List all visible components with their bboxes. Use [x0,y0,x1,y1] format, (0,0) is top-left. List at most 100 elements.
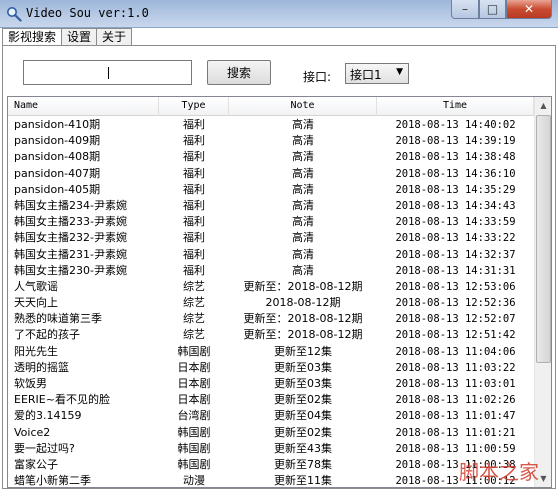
row-time-cell: 2018-08-13 14:32:37 [395,248,516,261]
row-type-cell: 动漫 [183,474,205,488]
minimize-button[interactable]: – [451,0,479,19]
table-row[interactable]: pansidon-409期 福利 高清 2018-08-13 14:39:19 [8,133,534,149]
scroll-down-icon[interactable]: ▼ [535,470,551,487]
table-row[interactable]: 熟悉的味道第三季 综艺 更新至：2018-08-12期 2018-08-13 12:5… [8,311,534,327]
row-note-cell: 高清 [292,166,314,180]
row-note-cell: 更新至：2018-08-12期 [243,328,363,342]
row-time-cell: 2018-08-13 14:33:59 [395,216,516,229]
row-name-cell: 韩国女主播230-尹素婉 [14,263,127,277]
row-note-cell: 高清 [292,231,314,245]
row-time-cell: 2018-08-13 14:31:31 [395,264,516,277]
row-note-cell: 高清 [292,134,314,148]
row-note-cell: 2018-08-12期 [265,296,341,310]
row-type-cell: 福利 [183,198,205,212]
table-row[interactable]: 韩国女主播230-尹素婉 福利 高清 2018-08-13 14:31:31 [8,263,534,279]
table-row[interactable]: Voice2 韩国剧 更新至02集 2018-08-13 11:01:21 [8,425,534,441]
column-header-type[interactable]: Type [159,97,229,116]
row-name-cell: 了不起的孩子 [14,328,80,342]
search-button[interactable]: 搜索 [207,60,271,85]
row-time-cell: 2018-08-13 12:53:06 [395,280,516,293]
client-area: 影视搜索 设置 关于 搜索 接口: 接口1 ▼ Name Type Note T… [0,28,558,490]
results-list[interactable]: Name Type Note Time pansidon-410期 福利 高清 201… [7,96,552,488]
row-time-cell: 2018-08-13 14:36:10 [395,167,516,180]
table-row[interactable]: 蜡笔小新第二季 动漫 更新至11集 2018-08-13 11:00:12 [8,473,534,488]
row-note-cell: 高清 [292,118,314,131]
row-note-cell: 更新至43集 [274,441,332,455]
row-type-cell: 韩国剧 [177,441,211,455]
scroll-thumb[interactable] [536,115,551,363]
row-name-cell: Voice2 [14,425,51,439]
table-row[interactable]: 爱的3.14159 台湾剧 更新至04集 2018-08-13 11:01:47 [8,408,534,424]
row-note-cell: 高清 [292,150,314,164]
row-name-cell: 天天向上 [14,296,58,310]
row-type-cell: 福利 [183,134,205,148]
table-row[interactable]: 透明的摇篮 日本剧 更新至03集 2018-08-13 11:03:22 [8,360,534,376]
table-row[interactable]: 韩国女主播234-尹素婉 福利 高清 2018-08-13 14:34:43 [8,198,534,214]
list-header: Name Type Note Time [8,97,534,116]
row-type-cell: 台湾剧 [177,409,211,423]
column-header-note[interactable]: Note [229,97,377,116]
table-row[interactable]: pansidon-405期 福利 高清 2018-08-13 14:35:29 [8,182,534,198]
table-row[interactable]: 韩国女主播231-尹素婉 福利 高清 2018-08-13 14:32:37 [8,247,534,263]
row-note-cell: 更新至11集 [274,474,332,488]
row-note-cell: 更新至03集 [274,377,332,390]
table-row[interactable]: 阳光先生 韩国剧 更新至12集 2018-08-13 11:04:06 [8,344,534,360]
row-type-cell: 福利 [183,182,205,196]
table-row[interactable]: pansidon-407期 福利 高清 2018-08-13 14:36:10 [8,166,534,182]
port-select[interactable]: 接口1 ▼ [345,63,409,84]
row-name-cell: 透明的摇篮 [14,360,69,374]
vertical-scrollbar[interactable]: ▲ ▼ [534,97,551,487]
row-type-cell: 韩国剧 [177,344,211,358]
table-row[interactable]: 人气歌谣 综艺 更新至：2018-08-12期 2018-08-13 12:53:06 [8,279,534,295]
table-row[interactable]: 软饭男 日本剧 更新至03集 2018-08-13 11:03:01 [8,376,534,392]
row-name-cell: pansidon-405期 [14,182,101,196]
row-name-cell: pansidon-408期 [14,150,101,164]
column-header-name[interactable]: Name [8,97,159,116]
tab-about[interactable]: 关于 [96,28,133,46]
tab-settings[interactable]: 设置 [61,28,98,46]
row-type-cell: 日本剧 [177,377,211,390]
row-time-cell: 2018-08-13 14:33:22 [395,232,516,245]
row-name-cell: 韩国女主播231-尹素婉 [14,247,127,261]
table-row[interactable]: EERIE~看不见的脸 日本剧 更新至02集 2018-08-13 11:02:26 [8,392,534,408]
table-row[interactable]: 了不起的孩子 综艺 更新至：2018-08-12期 2018-08-13 12:51:… [8,327,534,343]
row-note-cell: 更新至02集 [274,425,332,439]
row-note-cell: 高清 [292,247,314,261]
table-row[interactable]: 天天向上 综艺 2018-08-12期 2018-08-13 12:52:36 [8,295,534,311]
row-note-cell: 更新至：2018-08-12期 [243,312,363,326]
row-note-cell: 更新至12集 [274,344,332,358]
dropdown-arrow-icon: ▼ [396,67,403,77]
row-name-cell: 蜡笔小新第二季 [14,474,91,488]
row-type-cell: 综艺 [183,328,205,342]
scroll-up-icon[interactable]: ▲ [535,97,551,114]
row-time-cell: 2018-08-13 14:38:48 [395,151,516,164]
row-name-cell: pansidon-410期 [14,118,101,131]
table-row[interactable]: pansidon-410期 福利 高清 2018-08-13 14:40:02 [8,117,534,133]
table-row[interactable]: 韩国女主播232-尹素婉 福利 高清 2018-08-13 14:33:22 [8,230,534,246]
row-type-cell: 福利 [183,231,205,245]
row-name-cell: 要一起过吗? [14,441,75,455]
row-time-cell: 2018-08-13 14:39:19 [395,135,516,148]
row-name-cell: 韩国女主播234-尹素婉 [14,198,127,212]
row-note-cell: 更新至：2018-08-12期 [243,279,363,293]
column-header-time[interactable]: Time [377,97,534,116]
table-row[interactable]: 韩国女主播233-尹素婉 福利 高清 2018-08-13 14:33:59 [8,214,534,230]
table-row[interactable]: pansidon-408期 福利 高清 2018-08-13 14:38:48 [8,149,534,165]
row-time-cell: 2018-08-13 12:52:07 [395,313,516,326]
port-label: 接口: [303,70,332,84]
list-rows: pansidon-410期 福利 高清 2018-08-13 14:40:02 pans… [8,117,534,488]
row-type-cell: 综艺 [183,312,205,326]
text-caret [108,67,109,79]
table-row[interactable]: 富家公子 韩国剧 更新至78集 2018-08-13 11:00:38 [8,457,534,473]
row-time-cell: 2018-08-13 11:01:21 [395,426,516,439]
row-time-cell: 2018-08-13 11:03:22 [395,361,516,374]
table-row[interactable]: 要一起过吗? 韩国剧 更新至43集 2018-08-13 11:00:59 [8,441,534,457]
row-name-cell: pansidon-407期 [14,166,101,180]
row-type-cell: 福利 [183,166,205,180]
row-type-cell: 综艺 [183,296,205,310]
maximize-button[interactable]: □ [479,0,506,19]
row-name-cell: 软饭男 [14,377,47,390]
row-note-cell: 更新至02集 [274,393,332,407]
row-time-cell: 2018-08-13 11:01:47 [395,410,516,423]
close-button[interactable]: ✕ [506,0,552,19]
